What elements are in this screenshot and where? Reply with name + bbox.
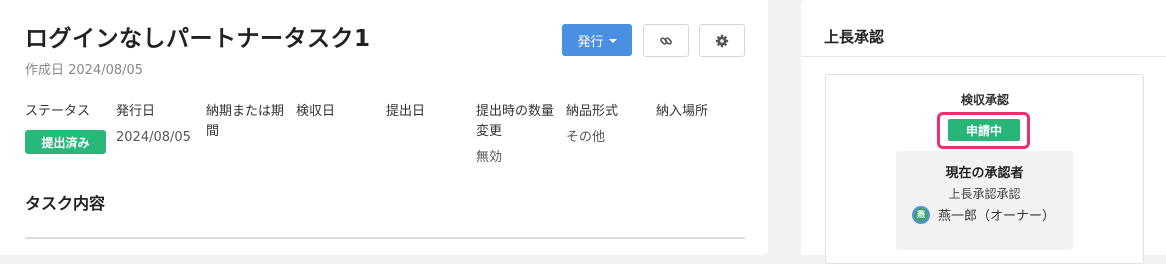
issue-date-value: 2024/08/05 [116, 130, 191, 145]
settings-button[interactable] [699, 24, 745, 57]
link-icon [660, 36, 672, 45]
approver-name: 燕一郎（オーナー） [938, 209, 1056, 224]
approval-sidebar-title: 上長承認 [824, 28, 885, 46]
column-header-inspection-date: 検収日 [296, 104, 336, 119]
approval-step-label: 検収承認 [960, 93, 1009, 107]
gear-icon [715, 34, 729, 47]
delivery-format-value: その他 [566, 130, 606, 145]
current-approver-title: 現在の承認者 [945, 166, 1024, 181]
status-badge: 提出済み [25, 130, 106, 154]
approver-row: 燕 燕一郎（オーナー） [912, 205, 1055, 224]
section-divider [25, 237, 745, 239]
avatar: 燕 [912, 205, 930, 224]
column-header-deadline: 納期または期間 [206, 104, 285, 139]
column-header-submission-date: 提出日 [386, 104, 426, 119]
issue-button-label: 発行 [577, 34, 604, 50]
caret-down-icon [608, 39, 617, 43]
approver-role: 上長承認承認 [948, 187, 1021, 201]
task-title: ログインなしパートナータスク1 [25, 26, 371, 52]
approval-status-button[interactable]: 申請中 [948, 119, 1020, 141]
quantity-change-value: 無効 [476, 150, 503, 165]
issue-button[interactable]: 発行 [562, 24, 632, 56]
column-header-delivery-format: 納品形式 [566, 104, 619, 119]
column-header-issue-date: 発行日 [116, 104, 156, 119]
task-content-heading: タスク内容 [25, 194, 106, 213]
sidebar-divider [801, 56, 1166, 57]
column-header-quantity-change: 提出時の数量変更 [476, 104, 555, 139]
created-date: 作成日 2024/08/05 [25, 63, 144, 78]
column-header-status: ステータス [25, 104, 91, 119]
column-header-delivery-location: 納入場所 [656, 104, 709, 119]
copy-link-button[interactable] [643, 24, 689, 57]
